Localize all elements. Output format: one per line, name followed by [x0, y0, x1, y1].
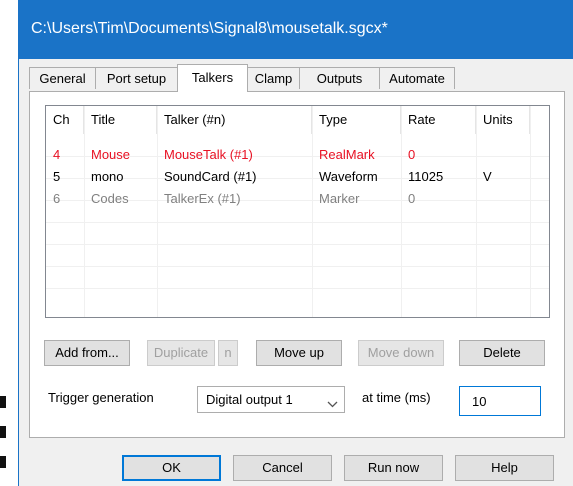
grid-line — [530, 106, 531, 317]
table-row[interactable]: 4 Mouse MouseTalk (#1) RealMark 0 — [46, 144, 549, 166]
cell-units: V — [483, 169, 492, 184]
background-text-fragment — [0, 396, 6, 408]
column-header-units[interactable]: Units — [476, 106, 530, 134]
grid-line — [312, 106, 313, 317]
run-now-button[interactable]: Run now — [344, 455, 443, 481]
trigger-time-input[interactable] — [459, 386, 541, 416]
add-from-button[interactable]: Add from... — [44, 340, 130, 366]
cell-type: RealMark — [319, 147, 375, 162]
trigger-output-value: Digital output 1 — [206, 392, 293, 407]
column-header-ch[interactable]: Ch — [46, 106, 84, 134]
tab-label: Automate — [389, 71, 445, 86]
delete-button[interactable]: Delete — [459, 340, 545, 366]
background-text-fragment — [0, 426, 6, 438]
table-row[interactable]: 5 mono SoundCard (#1) Waveform 11025 V — [46, 166, 549, 188]
column-label: Talker (#n) — [164, 112, 226, 127]
duplicate-button[interactable]: Duplicate — [147, 340, 215, 366]
cell-ch: 6 — [53, 191, 61, 206]
column-label: Title — [91, 112, 116, 127]
at-time-label: at time (ms) — [362, 390, 431, 405]
trigger-generation-label: Trigger generation — [48, 390, 154, 405]
move-up-button[interactable]: Move up — [256, 340, 342, 366]
window-title: C:\Users\Tim\Documents\Signal8\mousetalk… — [31, 20, 388, 37]
column-header-rate[interactable]: Rate — [401, 106, 476, 134]
cell-title: Mouse — [91, 147, 131, 162]
chevron-down-icon — [327, 396, 338, 411]
tab-label: Port setup — [106, 71, 167, 86]
cell-rate: 0 — [408, 147, 416, 162]
column-label: Units — [483, 112, 513, 127]
tab-automate[interactable]: Automate — [379, 67, 455, 89]
column-label: Ch — [53, 112, 70, 127]
tab-clamp[interactable]: Clamp — [247, 67, 300, 89]
trigger-output-select[interactable]: Digital output 1 — [197, 386, 345, 413]
move-down-button[interactable]: Move down — [358, 340, 444, 366]
tab-label: Talkers — [191, 70, 234, 85]
grid-line — [46, 222, 549, 223]
column-header-talker[interactable]: Talker (#n) — [157, 106, 312, 134]
table-row[interactable]: 6 Codes TalkerEx (#1) Marker 0 — [46, 188, 549, 210]
tab-label: Clamp — [254, 71, 293, 86]
grid-line — [157, 106, 158, 317]
duplicate-count-button[interactable]: n — [218, 340, 238, 366]
tab-outputs[interactable]: Outputs — [299, 67, 380, 89]
cancel-button[interactable]: Cancel — [233, 455, 332, 481]
column-label: Rate — [408, 112, 436, 127]
cell-title: Codes — [91, 191, 129, 206]
grid-line — [46, 244, 549, 245]
cell-talker: MouseTalk (#1) — [164, 147, 253, 162]
cell-title: mono — [91, 169, 124, 184]
grid-line — [84, 106, 85, 317]
grid-line — [401, 106, 402, 317]
column-header-title[interactable]: Title — [84, 106, 157, 134]
list-header: Ch Title Talker (#n) Type Rate Units — [46, 106, 549, 134]
grid-line — [46, 266, 549, 267]
tab-talkers[interactable]: Talkers — [177, 64, 248, 92]
column-header-type[interactable]: Type — [312, 106, 401, 134]
tab-port-setup[interactable]: Port setup — [95, 67, 178, 89]
talkers-list[interactable]: Ch Title Talker (#n) Type Rate Units 4 M… — [45, 105, 550, 318]
background-text-fragment — [0, 456, 6, 468]
ok-button[interactable]: OK — [122, 455, 221, 481]
help-button[interactable]: Help — [455, 455, 554, 481]
cell-ch: 5 — [53, 169, 61, 184]
cell-rate: 11025 — [408, 169, 444, 184]
cell-units — [476, 144, 530, 166]
cell-units — [476, 188, 530, 210]
cell-type: Marker — [319, 191, 360, 206]
title-bar[interactable]: C:\Users\Tim\Documents\Signal8\mousetalk… — [19, 0, 573, 59]
cell-talker: TalkerEx (#1) — [164, 191, 241, 206]
cell-ch: 4 — [53, 147, 61, 162]
tab-label: General — [39, 71, 86, 86]
tab-label: Outputs — [316, 71, 363, 86]
tab-general[interactable]: General — [29, 67, 96, 89]
grid-line — [476, 106, 477, 317]
cell-rate: 0 — [408, 191, 416, 206]
column-label: Type — [319, 112, 348, 127]
cell-type: Waveform — [319, 169, 378, 184]
signal-config-dialog: C:\Users\Tim\Documents\Signal8\mousetalk… — [18, 0, 573, 486]
cell-talker: SoundCard (#1) — [164, 169, 257, 184]
grid-line — [46, 288, 549, 289]
